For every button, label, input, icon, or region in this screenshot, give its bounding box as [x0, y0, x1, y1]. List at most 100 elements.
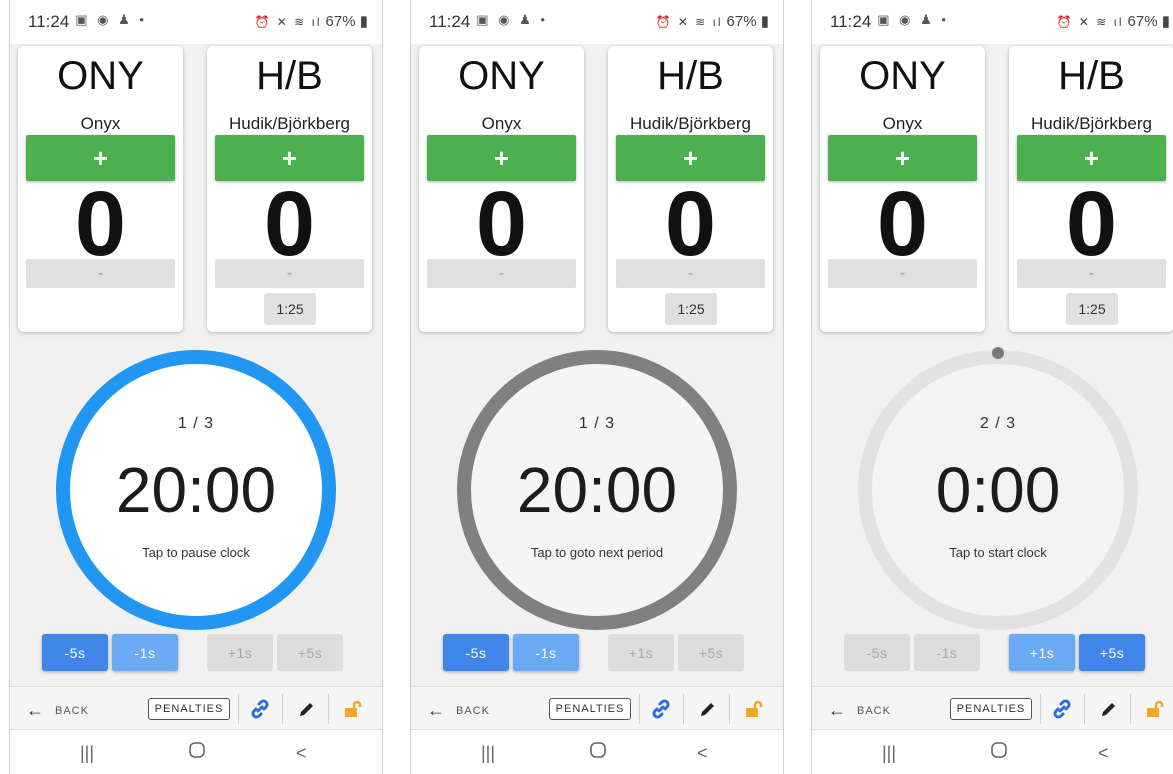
clock-progress-dot	[992, 347, 1004, 359]
pencil-icon[interactable]	[695, 696, 721, 722]
game-clock[interactable]: 1 / 3 20:00 Tap to goto next period	[447, 345, 747, 635]
back-label: BACK	[857, 704, 891, 717]
bottom-toolbar: ← BACK PENALTIES	[411, 686, 783, 730]
unlock-icon[interactable]	[340, 696, 366, 722]
away-team-card: H/B Hudik/Björkberg + 0 - 1:25	[1009, 46, 1173, 332]
unlock-icon[interactable]	[1142, 696, 1168, 722]
bottom-toolbar: ← BACK PENALTIES	[812, 686, 1173, 730]
game-clock[interactable]: 2 / 3 0:00 Tap to start clock	[848, 345, 1148, 635]
status-bar: 11:24 ▣ ◉ ♟ • ⏰ ✕ ≋ ıl 67% ▮	[812, 0, 1173, 44]
status-right: ⏰ ✕ ≋ ıl 67% ▮	[1056, 13, 1170, 30]
link-icon[interactable]	[1049, 696, 1075, 722]
plus-1s-button[interactable]: +1s	[207, 634, 273, 671]
battery-level: 67%	[726, 13, 757, 30]
pencil-icon[interactable]	[1096, 696, 1122, 722]
team-abbreviation: H/B	[256, 54, 323, 98]
team-abbreviation: H/B	[657, 54, 724, 98]
back-label: BACK	[456, 704, 490, 717]
arrow-left-icon: ←	[26, 700, 45, 720]
arrow-left-icon: ←	[427, 700, 446, 720]
clock-time: 20:00	[115, 454, 277, 526]
plus-1s-button[interactable]: +1s	[1009, 634, 1075, 671]
plus-5s-button[interactable]: +5s	[277, 634, 343, 671]
remove-goal-button[interactable]: -	[26, 259, 175, 288]
home-team-card: ONY Onyx + 0 -	[419, 46, 584, 332]
notification-icons: ▣ ◉ ♟ •	[476, 12, 548, 27]
nav-back-icon[interactable]: <	[1098, 743, 1109, 764]
penalty-timer[interactable]: 1:25	[1066, 293, 1118, 325]
clock-time: 20:00	[516, 454, 678, 526]
home-icon[interactable]	[990, 741, 1008, 764]
status-time: 11:24	[830, 12, 872, 31]
minus-1s-button[interactable]: -1s	[513, 634, 579, 671]
away-team-card: H/B Hudik/Björkberg + 0 - 1:25	[608, 46, 773, 332]
team-name: Hudik/Björkberg	[630, 114, 751, 133]
team-name: Onyx	[481, 114, 522, 133]
remove-goal-button[interactable]: -	[616, 259, 765, 288]
phone-screen-1: 11:24 ▣ ◉ ♟ • ⏰ ✕ ≋ ıl 67% ▮ ONY Onyx + 0…	[9, 0, 383, 774]
period-indicator: 2 / 3	[979, 415, 1017, 432]
team-abbreviation: ONY	[458, 54, 545, 98]
remove-goal-button[interactable]: -	[828, 259, 977, 288]
penalties-button[interactable]: PENALTIES	[549, 698, 631, 720]
android-nav-bar: ||| <	[812, 730, 1173, 774]
back-button[interactable]: ← BACK	[26, 700, 89, 721]
recent-apps-icon[interactable]: |||	[481, 743, 495, 764]
status-right: ⏰ ✕ ≋ ıl 67% ▮	[655, 13, 769, 30]
remove-goal-button[interactable]: -	[427, 259, 576, 288]
nav-back-icon[interactable]: <	[697, 743, 708, 764]
back-button[interactable]: ← BACK	[828, 700, 891, 721]
divider	[1040, 694, 1041, 724]
minus-5s-button[interactable]: -5s	[42, 634, 108, 671]
away-team-card: H/B Hudik/Björkberg + 0 - 1:25	[207, 46, 372, 332]
battery-level: 67%	[325, 13, 356, 30]
minus-5s-button[interactable]: -5s	[443, 634, 509, 671]
unlock-icon[interactable]	[741, 696, 767, 722]
remove-goal-button[interactable]: -	[215, 259, 364, 288]
penalty-timer[interactable]: 1:25	[264, 293, 316, 325]
bottom-toolbar: ← BACK PENALTIES	[10, 686, 382, 730]
penalties-button[interactable]: PENALTIES	[950, 698, 1032, 720]
status-bar: 11:24 ▣ ◉ ♟ • ⏰ ✕ ≋ ıl 67% ▮	[411, 0, 783, 44]
divider	[328, 694, 329, 724]
link-icon[interactable]	[648, 696, 674, 722]
minus-1s-button[interactable]: -1s	[112, 634, 178, 671]
divider	[1130, 694, 1131, 724]
nav-back-icon[interactable]: <	[296, 743, 307, 764]
android-nav-bar: ||| <	[10, 730, 382, 774]
home-icon[interactable]	[589, 741, 607, 764]
link-icon[interactable]	[247, 696, 273, 722]
back-button[interactable]: ← BACK	[427, 700, 490, 721]
period-indicator: 1 / 3	[578, 415, 616, 432]
minus-1s-button[interactable]: -1s	[914, 634, 980, 671]
home-icon[interactable]	[188, 741, 206, 764]
divider	[639, 694, 640, 724]
penalties-button[interactable]: PENALTIES	[148, 698, 230, 720]
status-bar: 11:24 ▣ ◉ ♟ • ⏰ ✕ ≋ ıl 67% ▮	[10, 0, 382, 44]
notification-icons: ▣ ◉ ♟ •	[75, 12, 147, 27]
team-abbreviation: H/B	[1058, 54, 1125, 98]
divider	[729, 694, 730, 724]
clock-time: 0:00	[935, 454, 1061, 526]
team-name: Onyx	[80, 114, 121, 133]
pencil-icon[interactable]	[294, 696, 320, 722]
home-team-card: ONY Onyx + 0 -	[820, 46, 985, 332]
status-time: 11:24	[28, 12, 70, 31]
minus-5s-button[interactable]: -5s	[844, 634, 910, 671]
recent-apps-icon[interactable]: |||	[882, 743, 896, 764]
arrow-left-icon: ←	[828, 700, 847, 720]
clock-hint: Tap to goto next period	[530, 545, 664, 560]
period-indicator: 1 / 3	[177, 415, 215, 432]
plus-5s-button[interactable]: +5s	[678, 634, 744, 671]
divider	[683, 694, 684, 724]
game-clock[interactable]: 1 / 3 20:00 Tap to pause clock	[46, 345, 346, 635]
remove-goal-button[interactable]: -	[1017, 259, 1166, 288]
notification-icons: ▣ ◉ ♟ •	[877, 12, 949, 27]
plus-5s-button[interactable]: +5s	[1079, 634, 1145, 671]
phone-screen-3: 11:24 ▣ ◉ ♟ • ⏰ ✕ ≋ ıl 67% ▮ ONY Onyx + 0…	[811, 0, 1173, 774]
clock-hint: Tap to pause clock	[142, 545, 250, 560]
recent-apps-icon[interactable]: |||	[80, 743, 94, 764]
penalty-timer[interactable]: 1:25	[665, 293, 717, 325]
plus-1s-button[interactable]: +1s	[608, 634, 674, 671]
phone-screen-2: 11:24 ▣ ◉ ♟ • ⏰ ✕ ≋ ıl 67% ▮ ONY Onyx + 0…	[410, 0, 784, 774]
